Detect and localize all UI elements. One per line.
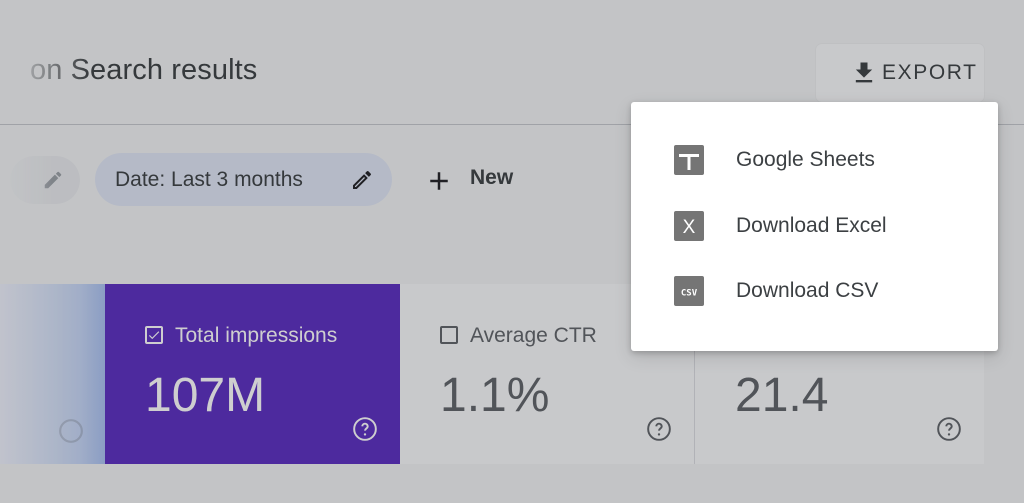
edit-icon <box>44 171 62 189</box>
google-sheets-icon <box>674 145 704 175</box>
export-menu: Google Sheets X Download Excel CSV Downl… <box>631 102 998 351</box>
check-icon <box>148 331 160 340</box>
menu-item-download-excel[interactable]: X Download Excel <box>631 193 998 257</box>
metric-label: Average CTR <box>470 324 597 347</box>
menu-item-google-sheets[interactable]: Google Sheets <box>631 127 998 191</box>
help-icon[interactable] <box>352 416 378 442</box>
help-icon[interactable] <box>646 416 672 442</box>
svg-text:CSV: CSV <box>681 289 698 299</box>
date-filter-chip[interactable]: Date: Last 3 months <box>95 153 392 206</box>
help-icon <box>59 419 83 443</box>
metric-value: 107M <box>145 369 266 422</box>
export-button-label: EXPORT <box>882 61 978 84</box>
edit-icon <box>353 170 372 189</box>
export-button[interactable]: EXPORT <box>816 44 984 102</box>
menu-item-label: Download CSV <box>736 279 879 302</box>
svg-text:X: X <box>683 217 696 238</box>
excel-icon: X <box>674 211 704 241</box>
download-icon <box>855 62 873 83</box>
date-filter-label: Date: Last 3 months <box>115 168 303 191</box>
metric-value: 1.1% <box>440 369 550 422</box>
page-title: on Search results <box>30 54 258 86</box>
metric-label: Total impressions <box>175 324 338 347</box>
help-icon[interactable] <box>936 416 962 442</box>
plus-icon <box>430 172 448 190</box>
metric-checkbox[interactable] <box>440 326 458 344</box>
menu-item-download-csv[interactable]: CSV Download CSV <box>631 258 998 322</box>
csv-icon: CSV <box>674 276 704 306</box>
filter-chip-edit[interactable] <box>10 156 80 204</box>
new-filter-label: New <box>470 166 514 189</box>
search-console-performance-page: on Search results EXPORT Date: Last 3 mo… <box>0 0 1024 503</box>
menu-item-label: Google Sheets <box>736 148 875 171</box>
menu-item-label: Download Excel <box>736 214 887 237</box>
metric-checkbox[interactable] <box>145 326 163 344</box>
metric-value: 21.4 <box>735 369 829 422</box>
metric-card-clicks-partial[interactable] <box>0 284 105 464</box>
metric-card-impressions[interactable]: Total impressions 107M <box>105 284 400 464</box>
